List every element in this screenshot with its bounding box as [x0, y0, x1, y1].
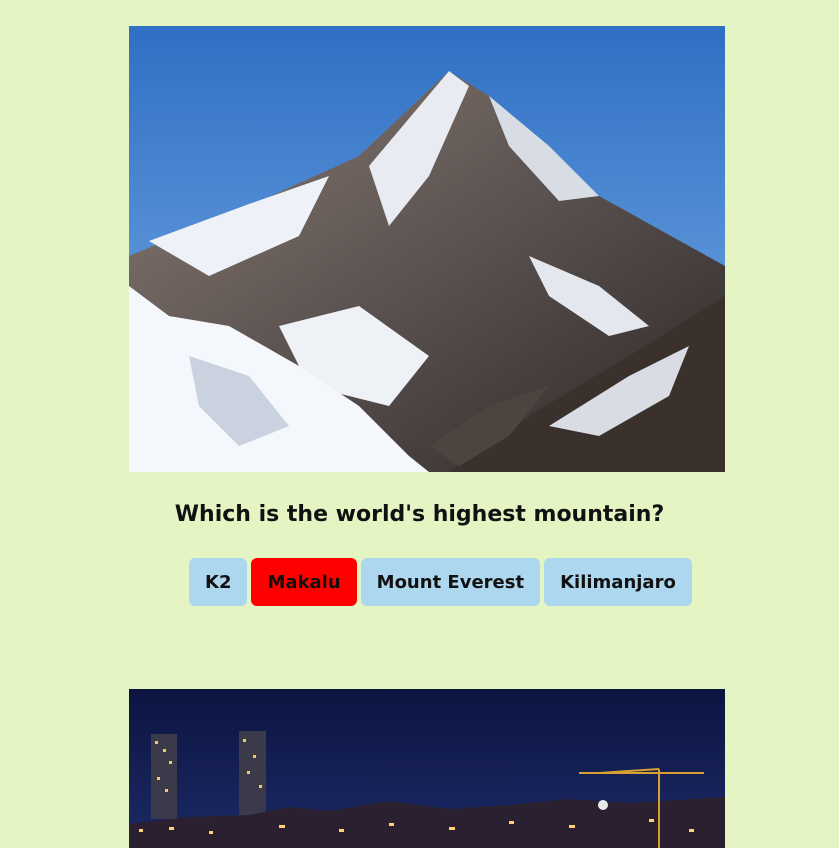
answer-options: K2 Makalu Mount Everest Kilimanjaro — [189, 558, 692, 606]
night-city-skyline-photo — [129, 689, 725, 848]
mountain-photo — [129, 26, 725, 472]
answer-button-mount-everest[interactable]: Mount Everest — [360, 558, 541, 606]
answer-button-makalu[interactable]: Makalu — [251, 558, 357, 606]
quiz-page: Which is the world's highest mountain? K… — [0, 0, 839, 848]
question-text: Which is the world's highest mountain? — [174, 502, 665, 527]
answer-button-kilimanjaro[interactable]: Kilimanjaro — [544, 558, 692, 606]
answer-button-k2[interactable]: K2 — [189, 558, 248, 606]
